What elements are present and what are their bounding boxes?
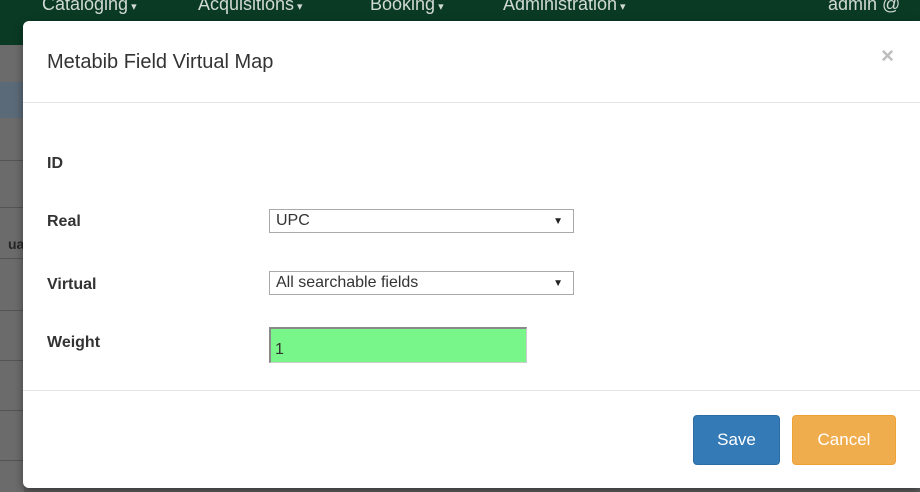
modal-title: Metabib Field Virtual Map: [47, 51, 274, 73]
nav-item-label: Cataloging: [42, 0, 129, 14]
real-label: Real: [47, 213, 81, 230]
nav-item-cataloging[interactable]: Cataloging ▾: [42, 0, 137, 15]
caret-down-icon: ▾: [620, 1, 626, 13]
weight-input[interactable]: [269, 327, 527, 363]
dropdown-arrow-icon: ▼: [553, 278, 563, 289]
nav-item-administration[interactable]: Administration ▾: [503, 0, 626, 15]
weight-label: Weight: [47, 334, 101, 351]
background-divider: [0, 160, 24, 161]
background-divider: [0, 460, 24, 461]
virtual-select[interactable]: All searchable fields ▼: [269, 271, 574, 295]
modal-header: Metabib Field Virtual Map ×: [23, 21, 920, 103]
real-select[interactable]: UPC ▼: [269, 209, 574, 233]
real-select-value: UPC: [276, 212, 310, 229]
modal-body: ID Real UPC ▼ Virtual All searchable fie…: [23, 103, 920, 389]
background-divider: [0, 258, 24, 259]
cancel-button[interactable]: Cancel: [792, 415, 896, 465]
background-panel-header: [0, 82, 24, 118]
dropdown-arrow-icon: ▼: [553, 216, 563, 227]
background-divider: [0, 360, 24, 361]
nav-item-label: Administration: [503, 0, 618, 14]
nav-item-label: admin @: [828, 0, 901, 14]
background-divider: [0, 207, 24, 208]
background-divider: [0, 410, 24, 411]
save-button[interactable]: Save: [693, 415, 780, 465]
modal-footer: Save Cancel: [23, 390, 920, 489]
close-icon[interactable]: ×: [881, 43, 894, 69]
virtual-label: Virtual: [47, 276, 97, 293]
id-label: ID: [47, 155, 63, 172]
caret-down-icon: ▾: [297, 1, 303, 13]
nav-item-label: Acquisitions: [198, 0, 295, 14]
background-text-fragment: ua: [8, 236, 25, 252]
background-divider: [0, 310, 24, 311]
metabib-virtual-map-dialog: Metabib Field Virtual Map × ID Real UPC …: [23, 21, 920, 488]
nav-item-label: Booking: [370, 0, 436, 14]
nav-item-user-menu[interactable]: admin @: [828, 0, 900, 15]
virtual-select-value: All searchable fields: [276, 274, 419, 291]
nav-item-acquisitions[interactable]: Acquisitions ▾: [198, 0, 303, 15]
caret-down-icon: ▾: [131, 1, 137, 13]
caret-down-icon: ▾: [438, 1, 444, 13]
nav-item-booking[interactable]: Booking ▾: [370, 0, 444, 15]
